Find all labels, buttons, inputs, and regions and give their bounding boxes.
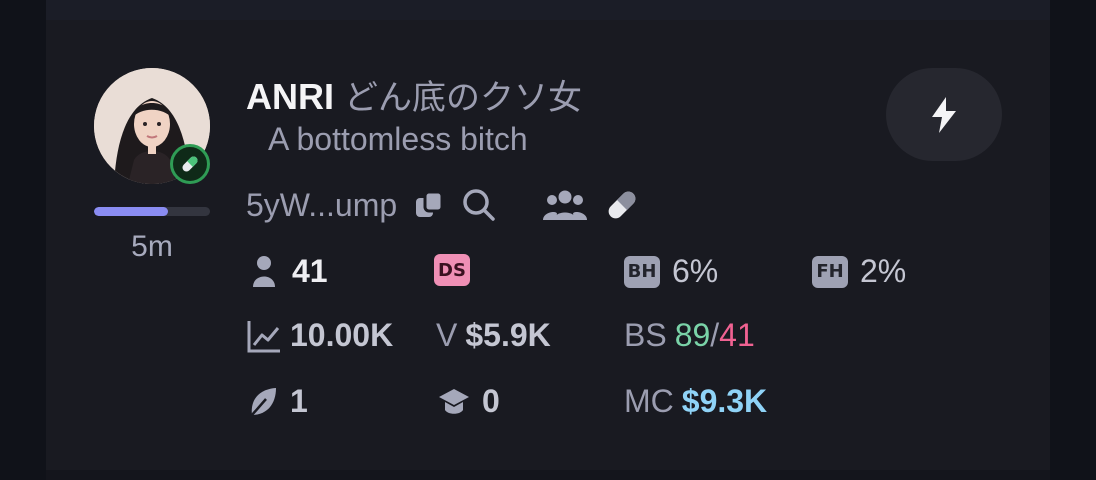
chart-line-icon (246, 318, 282, 354)
pill-badge (170, 144, 210, 184)
bh-badge: BH (624, 255, 660, 288)
person-icon (252, 255, 276, 289)
volume-chart-stat: 10.00K (246, 317, 393, 354)
market-cap-stat: MC $9.3K (624, 383, 767, 420)
search-icon[interactable] (461, 187, 497, 223)
bottom-strip (46, 470, 1050, 480)
pill-icon[interactable] (603, 186, 641, 224)
token-age: 5m (131, 230, 173, 263)
bs-buys: 89 (674, 317, 711, 353)
token-symbol[interactable]: ANRI (246, 76, 334, 117)
volume-chart-value: 10.00K (290, 317, 394, 353)
volume-label: V (436, 317, 458, 353)
ds-stat: DS (434, 254, 470, 286)
graduation-stat: 0 (438, 383, 500, 420)
bh-stat: BH 6% (624, 253, 718, 290)
fh-stat: FH 2% (812, 253, 906, 290)
bonding-progress-fill (94, 207, 169, 216)
pill-icon (179, 153, 201, 175)
fh-badge: FH (812, 255, 848, 288)
graduation-cap-icon (438, 385, 470, 419)
top-strip (46, 0, 1050, 20)
quick-buy-button[interactable] (886, 68, 1002, 161)
holders-count: 41 (292, 253, 328, 289)
lightning-icon (929, 96, 959, 134)
fh-value: 2% (860, 253, 907, 289)
graduation-count: 0 (482, 383, 500, 419)
bs-label: BS (624, 317, 667, 353)
bh-value: 6% (672, 253, 719, 289)
volume-stat: V $5.9K (436, 317, 551, 354)
mc-label: MC (624, 383, 674, 419)
leaf-icon (248, 385, 278, 419)
holders-stat: 41 (252, 253, 328, 290)
token-subtitle: A bottomless bitch (268, 121, 528, 157)
copy-icon[interactable] (413, 189, 445, 221)
ds-badge: DS (434, 254, 470, 286)
users-icon[interactable] (543, 188, 588, 222)
bs-sells: 41 (719, 317, 755, 353)
bs-separator: / (710, 317, 720, 353)
volume-value: $5.9K (465, 317, 551, 353)
buy-sell-stat: BS 89/41 (624, 317, 755, 354)
leaf-stat: 1 (248, 383, 308, 420)
address-row: 5yW...ump (246, 186, 641, 224)
token-address: 5yW...ump (246, 186, 398, 223)
leaf-count: 1 (290, 383, 308, 419)
token-name: どん底のクソ女 (344, 79, 582, 117)
token-name-row: ANRI どん底のクソ女 (246, 70, 582, 119)
mc-value: $9.3K (681, 383, 768, 419)
bonding-progress-bar (94, 207, 210, 216)
